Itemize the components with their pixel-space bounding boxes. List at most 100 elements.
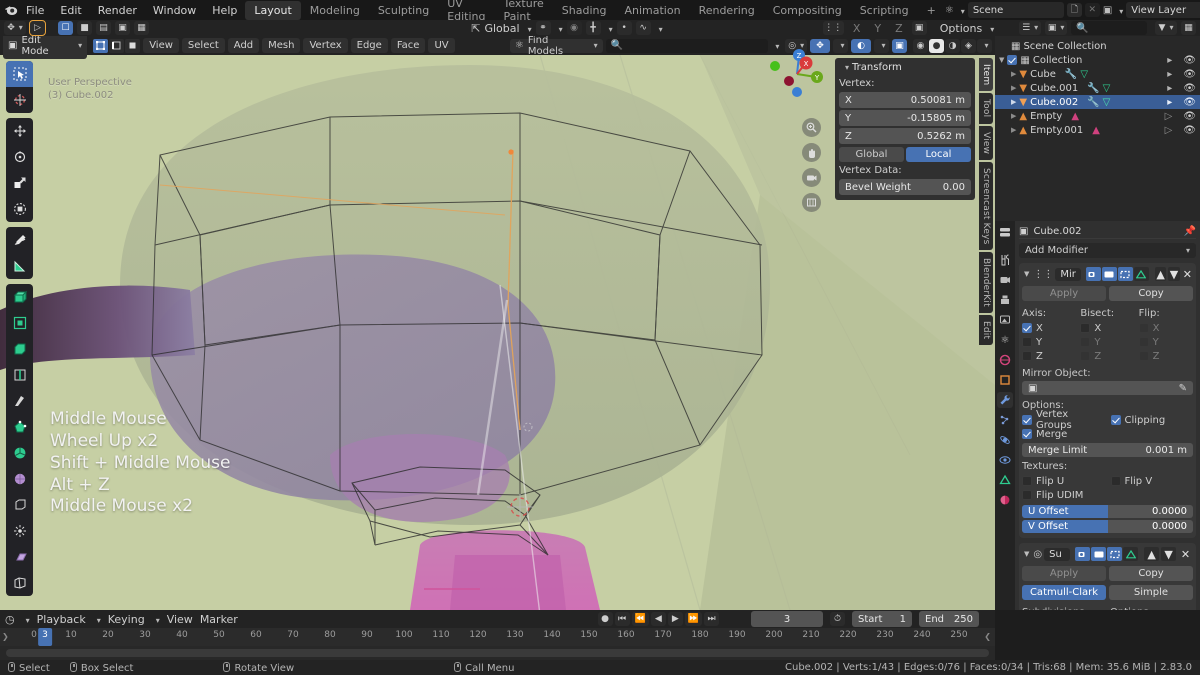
cursor-tool-icon[interactable] xyxy=(6,87,33,113)
eye-icon[interactable]: 👁 xyxy=(1183,55,1196,66)
render-display-icon[interactable] xyxy=(1075,547,1091,561)
shear-tool-icon[interactable] xyxy=(6,544,33,570)
viewport-menu-select[interactable]: Select xyxy=(181,38,225,53)
outliner-row-cube-001[interactable]: ▶ ▼ Cube.001 🔧 ▽ ▸ 👁 xyxy=(995,81,1200,95)
viewport-menu-uv[interactable]: UV xyxy=(428,38,455,53)
mesh-triangle-icon[interactable]: ▽ xyxy=(1103,97,1111,108)
workspace-tab-compositing[interactable]: Compositing xyxy=(764,1,851,20)
jump-start-icon[interactable]: ⏮ xyxy=(614,612,630,626)
move-tool-icon[interactable] xyxy=(6,118,33,144)
annotate-tool-icon[interactable] xyxy=(6,227,33,253)
workspace-tab-animation[interactable]: Animation xyxy=(615,1,689,20)
modifier-name-subdivision[interactable]: Su xyxy=(1044,547,1071,561)
timeline-ruler[interactable]: ❯ ❮ 0 10 20 30 40 50 60 70 80 90 100 110… xyxy=(0,628,995,646)
flip-z-checkbox[interactable] xyxy=(1138,351,1149,361)
menu-help[interactable]: Help xyxy=(204,2,245,19)
new-collection-icon[interactable]: ▦ xyxy=(1181,21,1196,35)
modifier-wrench-icon[interactable]: 🔧 xyxy=(1065,69,1077,80)
tweak-select-tool-icon[interactable] xyxy=(6,61,33,87)
play-icon[interactable]: ▶ xyxy=(667,612,683,626)
show-overlays-icon[interactable]: ◐ xyxy=(851,38,871,53)
axis-y-row[interactable]: Y xyxy=(1022,335,1076,349)
bevel-tool-icon[interactable] xyxy=(6,336,33,362)
wireframe-shading-icon[interactable]: ◉ xyxy=(913,38,928,53)
viewlayer-browse-chevron-icon[interactable] xyxy=(1115,4,1123,17)
u-offset-slider[interactable]: U Offset 0.0000 xyxy=(1022,505,1193,518)
gizmo-chevron-icon[interactable] xyxy=(833,38,848,53)
scene-close-icon[interactable]: ✕ xyxy=(1084,3,1100,17)
orientation-chevron-icon[interactable] xyxy=(524,22,532,35)
scale-tool-icon[interactable] xyxy=(6,170,33,196)
scene-tab-icon[interactable]: ⚛ xyxy=(997,332,1013,348)
selectable-cursor-arrow-icon[interactable]: ▸ xyxy=(1167,97,1172,108)
workspace-tab-modeling[interactable]: Modeling xyxy=(301,1,369,20)
realtime-display-icon[interactable] xyxy=(1091,547,1107,561)
current-frame-field[interactable]: 3 xyxy=(751,611,823,627)
select-box-icon[interactable]: ☐ xyxy=(58,21,74,35)
start-frame-field[interactable]: Start 1 xyxy=(852,611,912,627)
rotate-tool-icon[interactable] xyxy=(6,144,33,170)
smooth-tool-icon[interactable] xyxy=(6,466,33,492)
filter-icon[interactable]: ▼ xyxy=(1155,21,1177,35)
inset-faces-tool-icon[interactable] xyxy=(6,310,33,336)
menu-file[interactable]: File xyxy=(18,2,52,19)
mirror-axis-x[interactable]: X xyxy=(853,22,861,35)
viewport-menu-face[interactable]: Face xyxy=(390,38,426,53)
viewlayer-tab-icon[interactable] xyxy=(997,312,1013,328)
material-tab-icon[interactable] xyxy=(997,492,1013,508)
expand-triangle-right-icon[interactable]: ▶ xyxy=(1011,70,1016,78)
expand-triangle-right-icon[interactable]: ▶ xyxy=(1011,98,1016,106)
bisect-z-row[interactable]: Z xyxy=(1080,349,1134,363)
v-offset-slider[interactable]: V Offset 0.0000 xyxy=(1022,520,1193,533)
flip-u-row[interactable]: Flip U xyxy=(1022,474,1105,488)
axis-y-checkbox[interactable] xyxy=(1022,337,1032,347)
selectable-cursor-arrow-icon[interactable]: ▷ xyxy=(1165,111,1173,122)
record-icon[interactable]: ● xyxy=(597,612,613,626)
select-intersect-icon[interactable]: ▦ xyxy=(134,21,150,35)
modifier-name-mirror[interactable]: Mir xyxy=(1055,267,1081,281)
copy-button[interactable]: Copy xyxy=(1109,286,1193,301)
vertex-x-field[interactable]: X 0.50081 m xyxy=(839,92,971,108)
jump-end-icon[interactable]: ⏭ xyxy=(704,612,719,626)
eyedropper-icon[interactable]: ✎ xyxy=(1179,383,1187,394)
n-tab-blenderkit[interactable]: BlenderKit xyxy=(979,252,993,314)
bisect-x-checkbox[interactable] xyxy=(1080,323,1091,333)
catmull-clark-button[interactable]: Catmull-Clark xyxy=(1022,585,1106,600)
rendered-shading-icon[interactable]: ◈ xyxy=(961,38,976,53)
flip-x-checkbox[interactable] xyxy=(1138,323,1149,333)
expand-triangle-right-icon[interactable]: ▶ xyxy=(1011,84,1016,92)
menu-render[interactable]: Render xyxy=(90,2,145,19)
pan-hand-icon[interactable] xyxy=(802,143,821,162)
timeline-menu-keying[interactable]: Keying xyxy=(108,613,145,626)
merge-row[interactable]: Merge xyxy=(1022,427,1193,441)
mode-selector[interactable]: ▣ Edit Mode xyxy=(3,36,88,59)
edge-slide-tool-icon[interactable] xyxy=(6,492,33,518)
solid-shading-icon[interactable]: ● xyxy=(929,38,944,53)
flip-y-row[interactable]: Y xyxy=(1138,335,1193,349)
blenderkit-search-input[interactable]: 🔍 xyxy=(605,38,769,53)
workspace-tab-sculpting[interactable]: Sculpting xyxy=(369,1,438,20)
poly-build-tool-icon[interactable] xyxy=(6,414,33,440)
spin-tool-icon[interactable] xyxy=(6,440,33,466)
chevron-down-icon[interactable]: ▼ xyxy=(1022,550,1031,558)
n-tab-edit[interactable]: Edit xyxy=(979,315,993,346)
find-models-dropdown[interactable]: ⚛ Find Models xyxy=(509,36,603,57)
outliner-editor[interactable]: ▦ Scene Collection ▼ ▦ Collection ▸ 👁 ▶ … xyxy=(995,36,1200,221)
triangle-down-icon[interactable]: ▼ xyxy=(1161,547,1177,561)
close-icon[interactable]: ✕ xyxy=(1182,267,1193,281)
transform-panel-title[interactable]: Transform xyxy=(839,61,971,76)
apply-button[interactable]: Apply xyxy=(1022,566,1106,581)
flip-v-row[interactable]: Flip V xyxy=(1110,474,1194,488)
merge-checkbox[interactable] xyxy=(1022,429,1032,439)
n-tab-view[interactable]: View xyxy=(979,125,993,160)
axis-z-checkbox[interactable] xyxy=(1022,351,1032,361)
play-reverse-icon[interactable]: ◀ xyxy=(650,612,666,626)
mirror-axis-y[interactable]: Y xyxy=(874,22,881,35)
scene-browse-chevron-icon[interactable] xyxy=(957,4,965,17)
timeline-collapse-arrow-icon[interactable]: ❮ xyxy=(984,632,991,641)
menu-window[interactable]: Window xyxy=(145,2,204,19)
on-cage-icon[interactable] xyxy=(1123,547,1139,561)
mesh-triangle-icon[interactable]: ▽ xyxy=(1080,69,1088,80)
flip-y-checkbox[interactable] xyxy=(1138,337,1149,347)
face-select-mode[interactable] xyxy=(125,38,141,53)
